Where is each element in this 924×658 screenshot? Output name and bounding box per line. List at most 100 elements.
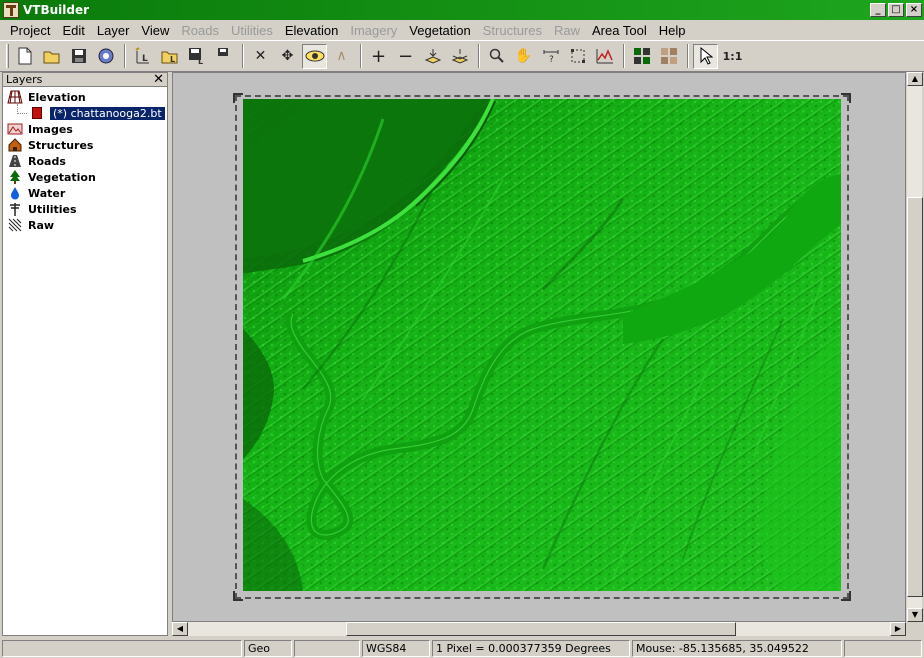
tree-connector bbox=[17, 104, 27, 114]
layer-group-images[interactable]: Images bbox=[3, 121, 167, 137]
menu-imagery[interactable]: Imagery bbox=[344, 23, 403, 38]
select-pointer-button[interactable] bbox=[693, 43, 718, 69]
app-icon bbox=[3, 2, 19, 18]
open-layer-icon: L bbox=[161, 51, 177, 64]
layer-group-utilities[interactable]: Utilities bbox=[3, 201, 167, 217]
file-icon bbox=[29, 106, 45, 120]
close-button[interactable]: × bbox=[906, 3, 922, 17]
import-data-button[interactable] bbox=[211, 44, 236, 69]
menu-vegetation[interactable]: Vegetation bbox=[403, 23, 476, 38]
layer-group-elevation[interactable]: Elevation bbox=[3, 89, 167, 105]
extent-corner-handle[interactable] bbox=[841, 93, 851, 103]
layer-group-vegetation[interactable]: Vegetation bbox=[3, 169, 167, 185]
images-icon bbox=[7, 122, 23, 136]
status-pixel-size: 1 Pixel = 0.000377359 Degrees bbox=[432, 639, 630, 657]
horizontal-scroll-thumb[interactable] bbox=[346, 622, 736, 636]
menu-area-tool[interactable]: Area Tool bbox=[586, 23, 653, 38]
extent-corner-handle[interactable] bbox=[841, 591, 851, 601]
area-tool-button[interactable] bbox=[565, 44, 590, 69]
options-button[interactable] bbox=[93, 44, 118, 69]
remove-layer-button[interactable]: ✕ bbox=[248, 44, 273, 69]
zoom-actual-label: 1:1 bbox=[722, 49, 743, 63]
distance-tool-button[interactable]: ? bbox=[538, 44, 563, 69]
layer-item-chattanooga2[interactable]: (*) chattanooga2.bt bbox=[3, 104, 167, 121]
tile-grid-disabled-button[interactable] bbox=[656, 44, 681, 69]
status-zone bbox=[294, 639, 360, 657]
menu-project[interactable]: Project bbox=[4, 23, 56, 38]
scroll-down-icon[interactable]: ▼ bbox=[907, 608, 923, 622]
menu-roads[interactable]: Roads bbox=[175, 23, 225, 38]
eye-icon bbox=[305, 50, 324, 62]
maximize-button[interactable]: □ bbox=[888, 3, 904, 17]
contour-icon: ∧ bbox=[336, 48, 347, 64]
elevation-hillshade-map[interactable] bbox=[243, 99, 841, 591]
layer-group-raw[interactable]: Raw bbox=[3, 217, 167, 233]
menu-view[interactable]: View bbox=[135, 23, 175, 38]
menu-layer[interactable]: Layer bbox=[91, 23, 136, 38]
minimize-button[interactable]: _ bbox=[870, 3, 886, 17]
toolbar-separator bbox=[242, 44, 244, 68]
vertical-scrollbar[interactable]: ▲ ▼ bbox=[906, 72, 923, 622]
show-contours-button[interactable]: ∧ bbox=[329, 44, 354, 69]
scroll-right-icon[interactable]: ▶ bbox=[890, 622, 906, 636]
elevation-profile-button[interactable] bbox=[592, 44, 617, 69]
stack-down-icon bbox=[424, 49, 441, 64]
layer-group-label: Roads bbox=[28, 154, 66, 168]
move-layer-button[interactable]: ✥ bbox=[275, 44, 300, 69]
new-project-button[interactable] bbox=[12, 44, 37, 69]
raw-icon bbox=[7, 218, 23, 232]
profile-chart-icon bbox=[596, 49, 613, 64]
save-layer-icon: L bbox=[188, 48, 203, 65]
tile-grid-button[interactable] bbox=[629, 44, 654, 69]
open-folder-icon bbox=[43, 51, 59, 64]
toggle-visibility-button[interactable] bbox=[302, 43, 327, 69]
open-layer-button[interactable]: L bbox=[157, 44, 182, 69]
toolbar-grip[interactable] bbox=[6, 44, 9, 68]
zoom-out-button[interactable]: − bbox=[393, 44, 418, 69]
new-document-icon bbox=[18, 47, 31, 65]
x-mark-icon: ✕ bbox=[254, 48, 267, 64]
toolbar-separator bbox=[478, 44, 480, 68]
title-bar[interactable]: VTBuilder _ □ × bbox=[0, 0, 924, 20]
pan-button[interactable]: ✋ bbox=[511, 44, 536, 69]
tile-grid-dim-icon bbox=[660, 48, 677, 64]
window-title: VTBuilder bbox=[23, 3, 90, 17]
vertical-scroll-thumb[interactable] bbox=[907, 197, 923, 597]
layer-group-label: Raw bbox=[28, 218, 55, 232]
status-projection: Geo bbox=[244, 639, 292, 657]
menu-help[interactable]: Help bbox=[653, 23, 692, 38]
menu-elevation[interactable]: Elevation bbox=[279, 23, 344, 38]
svg-text:L: L bbox=[142, 54, 148, 64]
layer-group-water[interactable]: Water bbox=[3, 185, 167, 201]
zoom-to-layer-button[interactable] bbox=[447, 44, 472, 69]
elevation-grid-icon bbox=[7, 90, 23, 104]
save-project-button[interactable] bbox=[66, 44, 91, 69]
layer-group-roads[interactable]: Roads bbox=[3, 153, 167, 169]
menu-raw[interactable]: Raw bbox=[548, 23, 586, 38]
svg-text:L: L bbox=[198, 57, 203, 65]
menu-utilities[interactable]: Utilities bbox=[225, 23, 279, 38]
close-icon[interactable]: ✕ bbox=[153, 73, 164, 86]
open-project-button[interactable] bbox=[39, 44, 64, 69]
menu-structures[interactable]: Structures bbox=[477, 23, 548, 38]
toolbar-separator bbox=[360, 44, 362, 68]
extent-corner-handle[interactable] bbox=[233, 93, 243, 103]
extent-corner-handle[interactable] bbox=[233, 591, 243, 601]
save-layer-button[interactable]: L bbox=[184, 44, 209, 69]
menu-edit[interactable]: Edit bbox=[56, 23, 90, 38]
new-layer-button[interactable]: L bbox=[130, 44, 155, 69]
water-drop-icon bbox=[7, 186, 23, 200]
scroll-left-icon[interactable]: ◀ bbox=[172, 622, 188, 636]
status-message bbox=[2, 639, 242, 657]
magnify-button[interactable] bbox=[484, 44, 509, 69]
save-disk-icon bbox=[71, 49, 86, 63]
map-view[interactable] bbox=[172, 72, 906, 622]
layers-panel: Layers ✕ Elevation (*) chattanooga2.bt I… bbox=[2, 72, 168, 636]
zoom-in-button[interactable]: + bbox=[366, 44, 391, 69]
scroll-up-icon[interactable]: ▲ bbox=[907, 72, 923, 86]
minus-icon: − bbox=[397, 45, 414, 67]
zoom-all-button[interactable] bbox=[420, 44, 445, 69]
zoom-actual-button[interactable]: 1:1 bbox=[720, 44, 745, 69]
horizontal-scrollbar[interactable]: ◀ ▶ bbox=[172, 622, 906, 636]
layer-group-structures[interactable]: Structures bbox=[3, 137, 167, 153]
